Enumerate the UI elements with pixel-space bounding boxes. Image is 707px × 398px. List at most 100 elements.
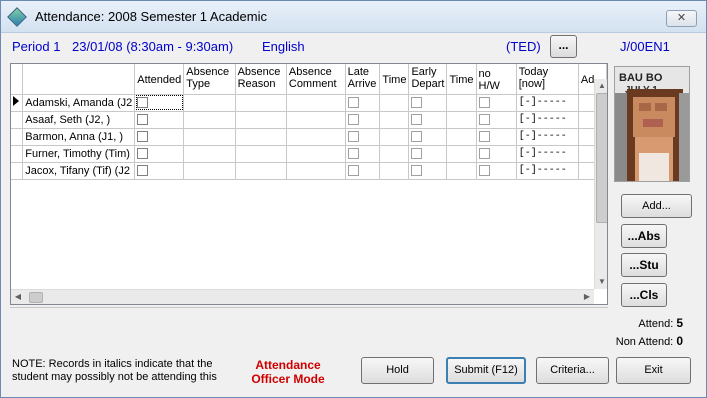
attended-checkbox[interactable]	[137, 165, 149, 177]
attended-checkbox[interactable]	[137, 148, 149, 160]
horizontal-scrollbar[interactable]: ◀ ▶	[11, 289, 594, 304]
vertical-scroll-thumb[interactable]	[596, 93, 607, 223]
no-hw-checkbox[interactable]	[478, 131, 490, 143]
absence-comment-cell[interactable]	[286, 94, 346, 112]
attended-cell[interactable]	[134, 145, 185, 163]
table-row[interactable]: Asaaf, Seth (J2, ) [-]-----	[11, 111, 607, 129]
table-row[interactable]: Barmon, Anna (J1, ) [-]-----	[11, 128, 607, 146]
no-hw-checkbox[interactable]	[478, 165, 490, 177]
no-hw-checkbox[interactable]	[478, 97, 490, 109]
student-name-cell[interactable]: Barmon, Anna (J1, )	[22, 128, 136, 146]
no-hw-cell[interactable]	[476, 94, 517, 112]
student-name-cell[interactable]: Asaaf, Seth (J2, )	[22, 111, 136, 129]
early-depart-cell[interactable]	[408, 162, 448, 180]
column-header-today[interactable]: Today [now]	[516, 64, 579, 95]
early-depart-cell[interactable]	[408, 111, 448, 129]
attended-cell[interactable]	[134, 94, 185, 112]
early-time-cell[interactable]	[446, 111, 477, 129]
early-time-cell[interactable]	[446, 162, 477, 180]
column-header-absence-reason[interactable]: Absence Reason	[235, 64, 287, 95]
late-arrive-checkbox[interactable]	[347, 148, 359, 160]
early-depart-cell[interactable]	[408, 94, 448, 112]
scroll-left-icon[interactable]: ◀	[11, 290, 25, 304]
absence-reason-cell[interactable]	[235, 94, 287, 112]
no-hw-cell[interactable]	[476, 111, 517, 129]
late-arrive-cell[interactable]	[345, 111, 381, 129]
absence-reason-cell[interactable]	[235, 111, 287, 129]
column-header-absence-comment[interactable]: Absence Comment	[286, 64, 346, 95]
no-hw-cell[interactable]	[476, 128, 517, 146]
column-header-absence-type[interactable]: Absence Type	[183, 64, 236, 95]
absence-reason-cell[interactable]	[235, 162, 287, 180]
early-depart-checkbox[interactable]	[411, 148, 423, 160]
column-header-late-time[interactable]: Time	[379, 64, 410, 95]
no-hw-cell[interactable]	[476, 145, 517, 163]
column-header-attended[interactable]: Attended	[134, 64, 185, 95]
student-name-cell[interactable]: Jacox, Tifany (Tif) (J2	[22, 162, 136, 180]
late-time-cell[interactable]	[379, 94, 410, 112]
absence-comment-cell[interactable]	[286, 111, 346, 129]
scroll-down-icon[interactable]: ▼	[595, 275, 607, 289]
attended-checkbox[interactable]	[137, 131, 149, 143]
early-time-cell[interactable]	[446, 94, 477, 112]
late-arrive-checkbox[interactable]	[347, 131, 359, 143]
scroll-up-icon[interactable]: ▲	[595, 79, 607, 93]
early-time-cell[interactable]	[446, 128, 477, 146]
column-header-late-arrive[interactable]: Late Arrive	[345, 64, 381, 95]
late-time-cell[interactable]	[379, 145, 410, 163]
criteria-button[interactable]: Criteria...	[536, 357, 609, 384]
absence-type-cell[interactable]	[183, 162, 236, 180]
hold-button[interactable]: Hold	[361, 357, 434, 384]
vertical-scrollbar[interactable]: ▲ ▼	[594, 79, 607, 289]
submit-button[interactable]: Submit (F12)	[446, 357, 526, 384]
late-arrive-checkbox[interactable]	[347, 97, 359, 109]
close-button[interactable]: ✕	[666, 10, 697, 27]
attended-cell[interactable]	[134, 128, 185, 146]
scroll-right-icon[interactable]: ▶	[580, 290, 594, 304]
late-arrive-cell[interactable]	[345, 162, 381, 180]
early-depart-checkbox[interactable]	[411, 165, 423, 177]
absence-reason-cell[interactable]	[235, 145, 287, 163]
student-button[interactable]: ...Stu	[621, 253, 667, 277]
late-arrive-cell[interactable]	[345, 128, 381, 146]
table-row[interactable]: Jacox, Tifany (Tif) (J2 [-]-----	[11, 162, 607, 180]
early-depart-checkbox[interactable]	[411, 114, 423, 126]
column-header-no-hw[interactable]: no H/W	[476, 64, 517, 95]
absence-type-cell[interactable]	[183, 128, 236, 146]
absence-comment-cell[interactable]	[286, 128, 346, 146]
absence-comment-cell[interactable]	[286, 145, 346, 163]
student-name-cell[interactable]: Furner, Timothy (Tim)	[22, 145, 136, 163]
table-row[interactable]: Adamski, Amanda (J2 [-]-----	[11, 94, 607, 112]
attended-checkbox[interactable]	[137, 114, 149, 126]
column-header-name[interactable]	[22, 64, 136, 95]
early-depart-checkbox[interactable]	[411, 131, 423, 143]
no-hw-checkbox[interactable]	[478, 148, 490, 160]
early-depart-cell[interactable]	[408, 145, 448, 163]
absence-button[interactable]: ...Abs	[621, 224, 667, 248]
student-name-cell[interactable]: Adamski, Amanda (J2	[22, 94, 136, 112]
late-arrive-checkbox[interactable]	[347, 114, 359, 126]
late-time-cell[interactable]	[379, 162, 410, 180]
absence-type-cell[interactable]	[183, 111, 236, 129]
late-arrive-cell[interactable]	[345, 145, 381, 163]
early-depart-cell[interactable]	[408, 128, 448, 146]
table-row[interactable]: Furner, Timothy (Tim) [-]-----	[11, 145, 607, 163]
attended-checkbox[interactable]	[137, 97, 149, 109]
late-time-cell[interactable]	[379, 128, 410, 146]
column-header-early-depart[interactable]: Early Depart	[408, 64, 448, 95]
late-arrive-checkbox[interactable]	[347, 165, 359, 177]
exit-button[interactable]: Exit	[616, 357, 691, 384]
no-hw-checkbox[interactable]	[478, 114, 490, 126]
late-arrive-cell[interactable]	[345, 94, 381, 112]
column-header-early-time[interactable]: Time	[446, 64, 477, 95]
attended-cell[interactable]	[134, 111, 185, 129]
add-button[interactable]: Add...	[621, 194, 692, 218]
absence-type-cell[interactable]	[183, 94, 236, 112]
early-depart-checkbox[interactable]	[411, 97, 423, 109]
class-button[interactable]: ...Cls	[621, 283, 667, 307]
absence-reason-cell[interactable]	[235, 128, 287, 146]
browse-button[interactable]: ...	[550, 35, 577, 58]
late-time-cell[interactable]	[379, 111, 410, 129]
absence-comment-cell[interactable]	[286, 162, 346, 180]
absence-type-cell[interactable]	[183, 145, 236, 163]
